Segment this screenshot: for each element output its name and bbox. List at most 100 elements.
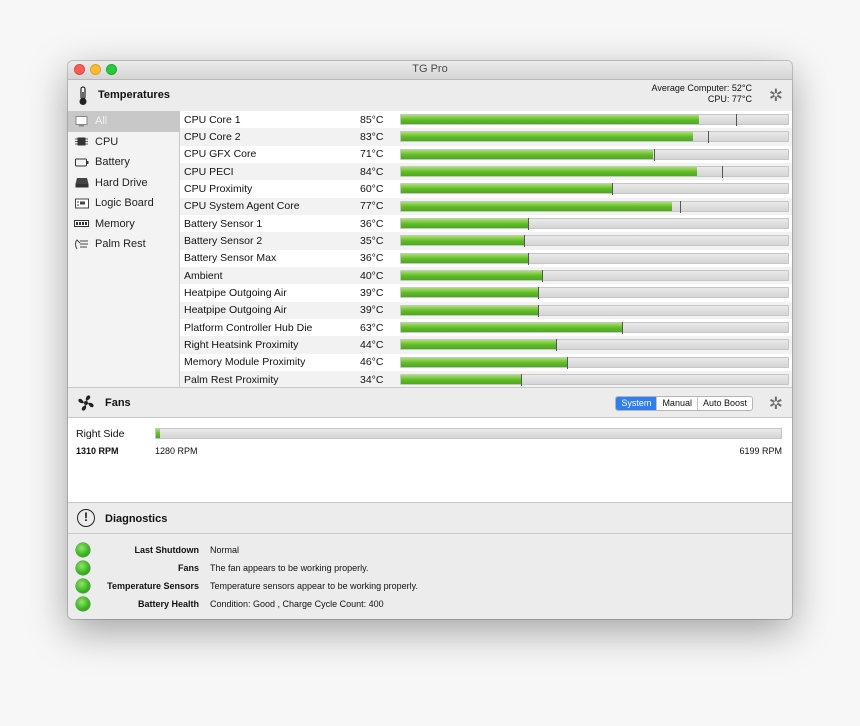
average-computer-value: 52°C [731, 83, 752, 93]
sensor-row[interactable]: CPU Core 2 83°C [180, 128, 792, 146]
sensor-row[interactable]: CPU Proximity 60°C [180, 180, 792, 197]
battery-icon [74, 157, 89, 168]
tg-pro-window: TG Pro Temperatures Average Computer: 52… [68, 61, 792, 619]
sensor-temperature-fill [401, 271, 543, 281]
diagnostics-panel: Last Shutdown Normal Fans The fan appears t… [68, 534, 792, 619]
sensor-max-marker [527, 218, 529, 231]
fan-icon [76, 393, 96, 418]
sensor-row[interactable]: Battery Sensor 2 35°C [180, 232, 792, 250]
sensor-row[interactable]: Memory Module Proximity 46°C [180, 354, 792, 371]
sensor-row[interactable]: CPU Core 1 85°C [180, 111, 792, 128]
sensor-name: CPU System Agent Core [184, 200, 300, 213]
sensor-temperature-bar [400, 322, 789, 335]
sidebar-item-hard-drive[interactable]: Hard Drive [68, 173, 179, 194]
hard-drive-icon [74, 177, 89, 188]
sidebar-item-battery[interactable]: Battery [68, 152, 179, 173]
temperatures-gear-icon[interactable]: ✲ [769, 87, 783, 104]
sidebar-item-memory[interactable]: Memory [68, 214, 179, 235]
sidebar-item-logic-board[interactable]: Logic Board [68, 193, 179, 214]
sensor-row[interactable]: Heatpipe Outgoing Air 39°C [180, 301, 792, 319]
cpu-average-label: CPU: [707, 94, 730, 104]
sensor-temperature-fill [401, 115, 699, 125]
sensor-temperature-bar [400, 114, 789, 127]
sensor-max-marker [527, 252, 529, 265]
sensor-name: Platform Controller Hub Die [184, 321, 313, 334]
sensor-name: Heatpipe Outgoing Air [184, 304, 287, 317]
fan-speed-bar [155, 428, 782, 439]
sensor-name: CPU GFX Core [184, 148, 257, 161]
sensor-row[interactable]: Battery Sensor 1 36°C [180, 215, 792, 232]
sidebar-item-palm-rest[interactable]: Palm Rest [68, 234, 179, 255]
sensor-max-marker [722, 166, 724, 179]
diagnostic-value: Condition: Good , Charge Cycle Count: 40… [210, 599, 384, 609]
cpu-average-value: 77°C [731, 94, 752, 104]
sensor-name: Heatpipe Outgoing Air [184, 286, 287, 299]
diagnostics-header: ! Diagnostics [68, 502, 792, 534]
sensor-max-marker [538, 304, 540, 317]
thermometer-icon [77, 86, 89, 111]
sensor-name: CPU Core 2 [184, 130, 241, 143]
sensor-temperature-fill [401, 236, 525, 246]
fan-mode-auto-boost-button[interactable]: Auto Boost [696, 397, 752, 410]
diagnostic-row: Fans The fan appears to be working proper… [68, 559, 792, 577]
sensor-max-marker [520, 374, 522, 387]
sensor-max-marker [524, 235, 526, 248]
sensor-row[interactable]: CPU PECI 84°C [180, 162, 792, 181]
fans-gear-icon[interactable]: ✲ [769, 395, 783, 412]
temperatures-title: Temperatures [98, 89, 170, 101]
sensor-temperature: 63°C [360, 321, 384, 334]
temperatures-header: Temperatures Average Computer: 52°C CPU:… [68, 80, 792, 112]
all-icon [74, 115, 89, 127]
fan-mode-segmented-control: System Manual Auto Boost [615, 396, 753, 411]
diagnostic-label: Last Shutdown [134, 545, 200, 555]
sensor-name: Battery Sensor 1 [184, 217, 263, 230]
diagnostic-value: Temperature sensors appear to be working… [210, 581, 418, 591]
sensor-temperature-fill [401, 219, 528, 229]
sensor-temperature: 39°C [360, 304, 384, 317]
fan-name: Right Side [76, 428, 125, 440]
sensor-row[interactable]: Platform Controller Hub Die 63°C [180, 319, 792, 336]
sensor-row[interactable]: CPU GFX Core 71°C [180, 146, 792, 163]
fan-speed-fill [156, 429, 160, 438]
sensor-temperature: 46°C [360, 356, 384, 369]
sidebar-item-label: Battery [95, 156, 130, 169]
temperatures-panel: All CPU Battery Hard Drive Logic Board Memory… [68, 111, 792, 387]
sidebar-item-all[interactable]: All [68, 111, 179, 132]
sensor-temperature-fill [401, 305, 539, 315]
fan-mode-system-button[interactable]: System [616, 397, 657, 410]
sidebar-item-cpu[interactable]: CPU [68, 132, 179, 153]
sensor-temperature-fill [401, 375, 521, 385]
sensor-row[interactable]: Ambient 40°C [180, 266, 792, 285]
sensor-temperature-bar [400, 356, 789, 369]
fans-title: Fans [105, 397, 131, 409]
sensor-name: Ambient [184, 269, 223, 282]
sensor-row[interactable]: Right Heatsink Proximity 44°C [180, 336, 792, 354]
memory-icon [74, 218, 89, 229]
status-ok-icon [76, 597, 90, 611]
sensor-temperature: 71°C [360, 148, 384, 161]
sensor-max-marker [680, 200, 682, 213]
sensor-row[interactable]: Palm Rest Proximity 34°C [180, 370, 792, 387]
diagnostics-title: Diagnostics [105, 513, 168, 525]
sensor-temperature: 36°C [360, 252, 384, 265]
sensor-temperature-fill [401, 357, 567, 367]
fan-mode-manual-button[interactable]: Manual [656, 397, 697, 410]
logic-board-icon [74, 198, 89, 209]
sensor-row[interactable]: CPU System Agent Core 77°C [180, 197, 792, 215]
title-bar: TG Pro [68, 61, 792, 80]
diagnostic-row: Battery Health Condition: Good , Charge C… [68, 595, 792, 613]
sensor-temperature-bar [400, 270, 789, 283]
sensor-name: Palm Rest Proximity [184, 373, 279, 386]
window-title: TG Pro [412, 63, 448, 75]
sensor-temperature-bar [400, 183, 789, 196]
sensor-row[interactable]: Heatpipe Outgoing Air 39°C [180, 284, 792, 301]
sensor-name: CPU Proximity [184, 182, 253, 195]
sensor-list: CPU Core 1 85°C CPU Core 2 83°C CPU GFX Core… [180, 111, 792, 387]
sensor-temperature-fill [401, 253, 528, 263]
sensor-temperature: 40°C [360, 269, 384, 282]
sensor-temperature-bar [400, 287, 789, 300]
sensor-temperature-fill [401, 184, 612, 194]
sensor-row[interactable]: Battery Sensor Max 36°C [180, 250, 792, 267]
sensor-temperature-fill [401, 201, 672, 211]
sensor-max-marker [611, 183, 613, 196]
